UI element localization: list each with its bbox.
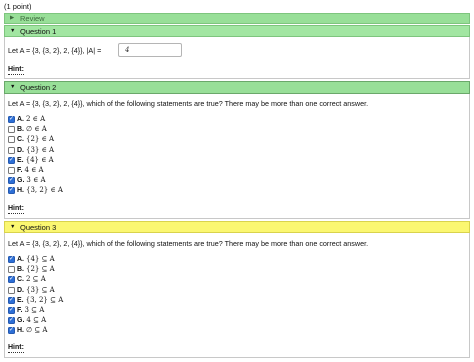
option-expression: 4 ∈ A (24, 166, 44, 174)
review-label: Review (20, 14, 45, 23)
question-2-prompt: Let A = {3, {3, 2}, 2, {4}}, which of th… (8, 99, 369, 108)
checkbox[interactable] (8, 286, 15, 294)
checkbox[interactable]: ✓ (8, 276, 15, 284)
checkbox[interactable]: ✓ (8, 317, 15, 325)
question-2-hint[interactable]: Hint: (8, 205, 24, 214)
option-expression: 2 ⊆ A (26, 275, 46, 284)
option-a[interactable]: ✓ A. {4} ⊆ A (8, 255, 55, 264)
option-letter: H. (17, 327, 24, 335)
question-3-header[interactable]: ▼ Question 3 (4, 221, 470, 233)
option-letter: E. (17, 156, 24, 164)
checkbox[interactable] (8, 266, 15, 274)
option-expression: {4} ∈ A (25, 155, 54, 164)
question-2-title: Question 2 (20, 83, 57, 92)
option-b[interactable]: B. {2} ⊆ A (8, 265, 55, 274)
option-letter: B. (17, 266, 24, 274)
option-f[interactable]: F. 4 ∈ A (8, 166, 44, 175)
option-letter: A. (17, 256, 24, 263)
option-letter: B. (17, 126, 24, 134)
option-letter: C. (17, 136, 24, 144)
question-3-title: Question 3 (20, 222, 57, 232)
triangle-down-icon: ▼ (10, 84, 16, 90)
checkbox[interactable]: ✓ (8, 296, 15, 304)
question-1-hint[interactable]: Hint: (8, 66, 24, 75)
checkbox[interactable] (8, 136, 15, 144)
checkbox[interactable]: ✓ (8, 256, 15, 263)
question-1-title: Question 1 (20, 26, 57, 36)
triangle-down-icon: ▼ (10, 27, 16, 34)
question-3-hint[interactable]: Hint: (8, 344, 24, 353)
option-expression: {3} ⊆ A (26, 285, 55, 294)
option-letter: G. (17, 177, 25, 185)
option-expression: ∅ ⊆ A (26, 326, 48, 335)
option-letter: F. (17, 307, 23, 314)
checkbox[interactable]: ✓ (8, 327, 15, 335)
option-expression: 3 ⊆ A (24, 306, 45, 314)
option-b[interactable]: B. ∅ ∈ A (8, 125, 47, 134)
option-expression: 2 ∈ A (26, 115, 46, 123)
option-h[interactable]: ✓ H. ∅ ⊆ A (8, 326, 47, 335)
question-1-panel (4, 37, 470, 79)
option-e[interactable]: ✓ E. {3, 2} ⊆ A (8, 296, 63, 305)
option-h[interactable]: ✓ H. {3, 2} ∈ A (8, 186, 63, 195)
option-expression: ∅ ∈ A (26, 125, 47, 134)
question-1-prompt: Let A = {3, {3, 2}, 2, {4}}, |A| = (8, 46, 102, 55)
option-letter: C. (17, 276, 24, 284)
points-label: (1 point) (4, 2, 32, 11)
checkbox[interactable]: ✓ (8, 156, 15, 164)
option-letter: E. (17, 296, 24, 304)
review-header[interactable]: ▶ Review (4, 13, 470, 24)
option-letter: D. (17, 146, 24, 154)
triangle-right-icon: ▶ (10, 15, 15, 21)
question-3-prompt: Let A = {3, {3, 2}, 2, {4}}, which of th… (8, 239, 369, 248)
triangle-down-icon: ▼ (10, 223, 16, 230)
option-c[interactable]: ✓ C. 2 ⊆ A (8, 275, 46, 284)
option-expression: {2} ⊆ A (26, 265, 55, 274)
checkbox[interactable] (8, 167, 15, 174)
question-2-header[interactable]: ▼ Question 2 (4, 81, 470, 94)
option-d[interactable]: D. {3} ∈ A (8, 146, 54, 155)
option-expression: {2} ∈ A (26, 135, 55, 144)
question-3-panel (4, 233, 470, 358)
option-f[interactable]: ✓ F. 3 ⊆ A (8, 306, 44, 315)
option-c[interactable]: C. {2} ∈ A (8, 135, 54, 144)
option-g[interactable]: ✓ G. 4 ⊆ A (8, 316, 46, 325)
option-e[interactable]: ✓ E. {4} ∈ A (8, 156, 54, 165)
option-g[interactable]: ✓ G. 3 ∈ A (8, 176, 46, 185)
answer-input[interactable]: 4 (118, 43, 182, 57)
checkbox[interactable] (8, 146, 15, 154)
option-expression: 4 ⊆ A (26, 316, 47, 325)
question-1-header[interactable]: ▼ Question 1 (4, 25, 470, 37)
checkbox[interactable]: ✓ (8, 116, 15, 123)
option-letter: H. (17, 187, 24, 195)
option-expression: {3, 2} ∈ A (26, 186, 63, 195)
option-a[interactable]: ✓ A. 2 ∈ A (8, 115, 45, 124)
option-letter: A. (17, 116, 24, 123)
option-d[interactable]: D. {3} ⊆ A (8, 286, 55, 295)
option-expression: {3, 2} ⊆ A (25, 295, 64, 304)
checkbox[interactable]: ✓ (8, 307, 15, 314)
option-letter: D. (17, 286, 24, 294)
checkbox[interactable] (8, 126, 15, 134)
option-letter: F. (17, 167, 23, 174)
option-letter: G. (17, 317, 25, 325)
checkbox[interactable]: ✓ (8, 187, 15, 195)
option-expression: {4} ⊆ A (26, 255, 55, 263)
checkbox[interactable]: ✓ (8, 177, 15, 185)
option-expression: 3 ∈ A (26, 176, 46, 185)
option-expression: {3} ∈ A (26, 145, 55, 154)
question-2-panel (4, 94, 470, 219)
